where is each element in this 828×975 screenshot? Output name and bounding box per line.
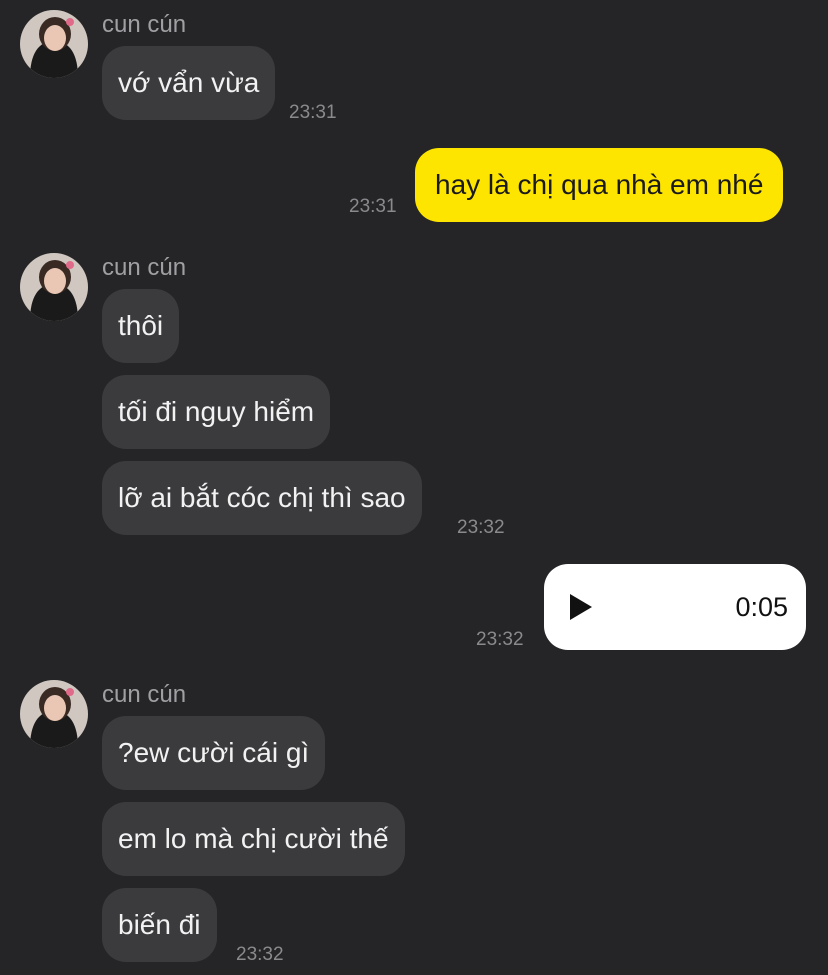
- message-time: 23:32: [457, 517, 505, 538]
- message-time: 23:31: [349, 196, 397, 217]
- message-bubble[interactable]: em lo mà chị cười thế: [102, 802, 405, 876]
- message-text: lỡ ai bắt cóc chị thì sao: [118, 482, 406, 513]
- voice-duration: 0:05: [735, 591, 788, 622]
- message-bubble[interactable]: biến đi: [102, 888, 217, 962]
- message-bubble[interactable]: thôi: [102, 289, 180, 363]
- sender-name: cun cún: [102, 681, 187, 708]
- avatar[interactable]: [20, 253, 88, 321]
- message-text: em lo mà chị cười thế: [118, 823, 389, 854]
- play-icon[interactable]: [570, 594, 592, 620]
- message-time: 23:31: [289, 102, 337, 123]
- avatar-image: [20, 253, 88, 321]
- message-text: thôi: [118, 310, 164, 341]
- message-bubble-outgoing[interactable]: hay là chị qua nhà em nhé: [415, 148, 784, 222]
- sender-name: cun cún: [102, 254, 187, 281]
- message-text: vớ vẩn vừa: [118, 67, 260, 98]
- message-time: 23:32: [476, 629, 524, 650]
- avatar-image: [20, 10, 88, 78]
- message-text: biến đi: [118, 909, 201, 940]
- message-text: ?ew cười cái gì: [118, 737, 310, 768]
- avatar-image: [20, 680, 88, 748]
- message-time: 23:32: [236, 944, 284, 965]
- message-bubble[interactable]: lỡ ai bắt cóc chị thì sao: [102, 461, 422, 535]
- sender-name: cun cún: [102, 11, 187, 38]
- message-bubble[interactable]: vớ vẩn vừa: [102, 46, 276, 120]
- message-bubble[interactable]: ?ew cười cái gì: [102, 716, 326, 790]
- message-bubble[interactable]: tối đi nguy hiểm: [102, 375, 331, 449]
- voice-message[interactable]: 0:05: [544, 564, 806, 650]
- message-text: tối đi nguy hiểm: [118, 396, 315, 427]
- chat-thread: cun cún vớ vẩn vừa 23:31 23:31 hay là ch…: [0, 0, 828, 975]
- message-text: hay là chị qua nhà em nhé: [435, 169, 764, 200]
- avatar[interactable]: [20, 10, 88, 78]
- avatar[interactable]: [20, 680, 88, 748]
